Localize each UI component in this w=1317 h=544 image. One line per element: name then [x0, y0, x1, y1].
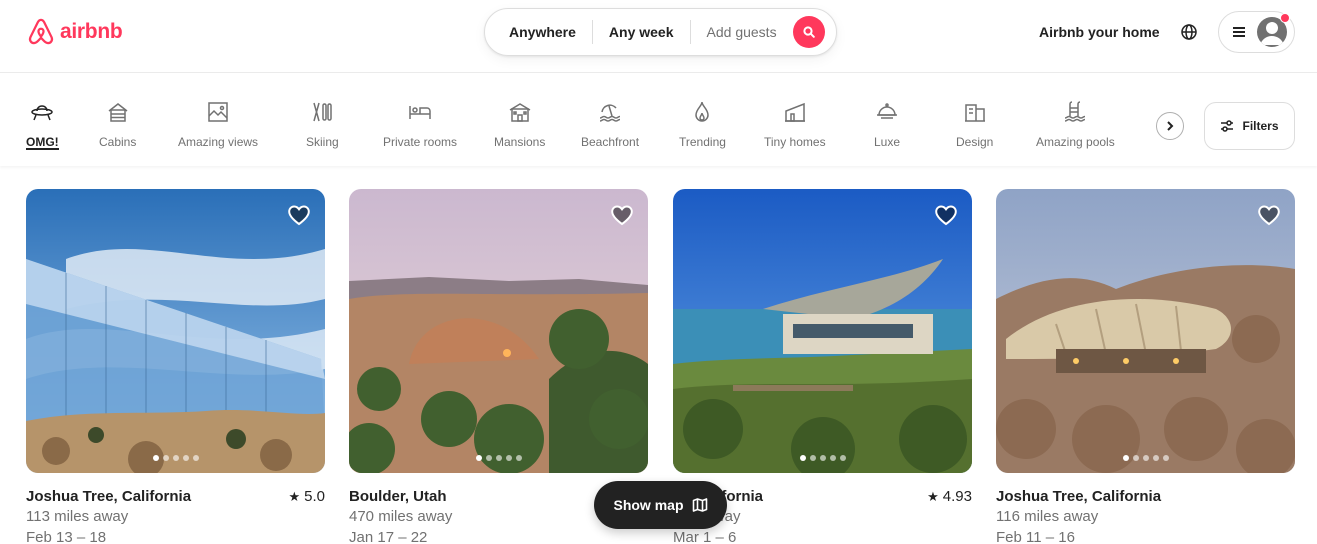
flame-icon [689, 99, 715, 125]
airbnb-logo[interactable]: airbnb [26, 16, 123, 48]
search-icon [802, 26, 815, 38]
cabin-icon [105, 99, 131, 125]
category-tiny-homes[interactable]: Tiny homes [764, 99, 826, 149]
listing-dates: Feb 13 – 18 [26, 529, 107, 544]
heart-icon[interactable] [610, 203, 634, 227]
brand-name: airbnb [60, 20, 123, 43]
photo-carousel-dots [349, 455, 648, 461]
listing-photo[interactable] [349, 189, 648, 473]
category-beachfront[interactable]: Beachfront [581, 99, 639, 149]
category-label: Skiing [306, 135, 339, 149]
category-label: Tiny homes [764, 135, 826, 149]
categories-next-button[interactable] [1156, 112, 1184, 140]
listing-dates: Jan 17 – 22 [349, 529, 428, 544]
category-luxe[interactable]: Luxe [874, 99, 900, 149]
listing-photo[interactable] [996, 189, 1295, 473]
listing-card[interactable]: Joshua Tree, California ★ 5.0 113 miles a… [26, 189, 325, 544]
listing-distance: 116 miles away [996, 508, 1099, 525]
show-map-label: Show map [613, 497, 684, 513]
notification-dot [1280, 13, 1290, 23]
listing-location: Joshua Tree, California [996, 488, 1162, 505]
category-label: Amazing pools [1036, 135, 1115, 149]
header: airbnb Anywhere Any week Add guests Airb… [0, 0, 1317, 73]
category-label: Amazing views [178, 135, 259, 149]
heart-icon[interactable] [287, 203, 311, 227]
category-private-rooms[interactable]: Private rooms [383, 99, 457, 149]
listing-distance: 113 miles away [26, 508, 129, 525]
listing-card[interactable]: Joshua Tree, California 116 miles away F… [996, 189, 1295, 544]
search-where[interactable]: Anywhere [493, 20, 592, 44]
sliders-icon [1221, 120, 1234, 132]
category-skiing[interactable]: Skiing [306, 99, 339, 149]
scroll-fade [1122, 93, 1156, 148]
skiing-icon [309, 99, 335, 125]
listing-dates: Mar 1 – 6 [673, 529, 737, 544]
category-label: Cabins [99, 135, 137, 149]
views-icon [205, 99, 231, 125]
chevron-right-icon [1167, 121, 1174, 131]
star-icon: ★ [927, 489, 939, 504]
luxe-icon [874, 99, 900, 125]
search-button[interactable] [792, 16, 825, 48]
active-category-underline [26, 148, 59, 150]
globe-icon[interactable] [1176, 19, 1202, 45]
listing-image [996, 189, 1295, 473]
ufo-icon [29, 99, 55, 125]
category-bar: OMG! Cabins Amazing views Skiing Private… [0, 73, 1317, 166]
category-amazing-pools[interactable]: Amazing pools [1036, 99, 1115, 149]
hamburger-icon [1233, 27, 1245, 37]
heart-icon[interactable] [1257, 203, 1281, 227]
category-omg[interactable]: OMG! [26, 99, 59, 149]
listing-photo[interactable] [26, 189, 325, 473]
listing-image [673, 189, 972, 473]
pool-icon [1062, 99, 1088, 125]
listing-rating: ★ 5.0 [288, 487, 325, 506]
category-label: Trending [679, 135, 726, 149]
category-label: Private rooms [383, 135, 458, 149]
rating-value: 5.0 [304, 488, 325, 505]
category-label: Beachfront [581, 135, 640, 149]
heart-icon[interactable] [934, 203, 958, 227]
star-icon: ★ [288, 489, 301, 504]
listing-image [26, 189, 325, 473]
listing-location: Joshua Tree, California [26, 488, 192, 505]
design-icon [962, 99, 988, 125]
bed-icon [407, 99, 433, 125]
listing-rating: ★ 4.93 [927, 487, 972, 506]
category-mansions[interactable]: Mansions [494, 99, 545, 149]
listing-photo[interactable] [673, 189, 972, 473]
filters-button[interactable]: Filters [1204, 102, 1295, 150]
category-trending[interactable]: Trending [679, 99, 726, 149]
map-icon [692, 498, 707, 512]
beach-icon [597, 99, 623, 125]
show-map-button[interactable]: Show map [594, 481, 727, 529]
category-label: Design [956, 135, 994, 149]
photo-carousel-dots [996, 455, 1295, 461]
filters-label: Filters [1242, 119, 1279, 133]
category-amazing-views[interactable]: Amazing views [178, 99, 258, 149]
tiny-home-icon [782, 99, 808, 125]
airbnb-logo-icon [28, 18, 54, 45]
photo-carousel-dots [673, 455, 972, 461]
mansion-icon [507, 99, 533, 125]
category-label: Mansions [494, 135, 546, 149]
category-cabins[interactable]: Cabins [99, 99, 136, 149]
host-link[interactable]: Airbnb your home [1027, 20, 1172, 44]
category-label: OMG! [26, 135, 59, 149]
category-design[interactable]: Design [956, 99, 993, 149]
search-bar[interactable]: Anywhere Any week Add guests [484, 8, 837, 56]
search-guests[interactable]: Add guests [691, 20, 791, 44]
category-label: Luxe [874, 135, 901, 149]
listing-dates: Feb 11 – 16 [996, 529, 1075, 544]
rating-value: 4.93 [942, 488, 972, 505]
photo-carousel-dots [26, 455, 325, 461]
search-when[interactable]: Any week [593, 20, 690, 44]
listing-image [349, 189, 648, 473]
